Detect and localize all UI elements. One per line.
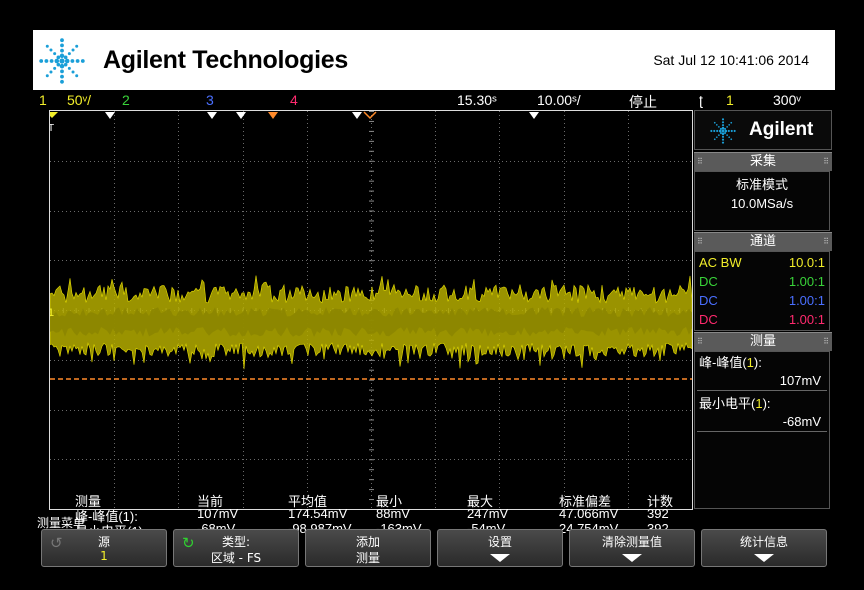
horizontal-position[interactable]: 15.30ˢ xyxy=(457,92,497,108)
acquire-title: 采集 xyxy=(749,154,776,169)
submenu-arrow-icon xyxy=(754,554,774,562)
channel-row[interactable]: AC BW 10.0:1 xyxy=(695,253,829,272)
measure-section: 峰-峰值(1): 107mV 最小电平(1): -68mV xyxy=(694,351,830,509)
datetime-display: Sat Jul 12 10:41:06 2014 xyxy=(653,52,809,68)
ch1-ground-marker[interactable]: 1 xyxy=(50,307,54,319)
trigger-source[interactable]: 1 xyxy=(726,92,734,108)
header-bar: Agilent Technologies Sat Jul 12 10:41:06… xyxy=(33,30,835,90)
status-bar: 1 50ᵛ/ 2 3 4 15.30ˢ 10.00ˢ/ 停止 ʈ 1 300ᵛ xyxy=(33,90,835,110)
table-cell: 107mV xyxy=(197,506,239,521)
softkey-statistics[interactable]: 统计信息 xyxy=(701,529,827,567)
submenu-arrow-icon xyxy=(622,554,642,562)
right-info-panel: Agilent ⠿ 采集 ⠿ 标准模式 10.0MSa/s ⠿ 通道 ⠿ AC BW 10… xyxy=(694,110,832,510)
panel-logo: Agilent xyxy=(694,110,832,150)
ch1-scale[interactable]: 50ᵛ/ xyxy=(67,92,91,108)
graticule: T 1 xyxy=(50,111,692,509)
channel-title: 通道 xyxy=(749,234,776,249)
top-markers xyxy=(105,111,539,120)
trigger-level[interactable]: 300ᵛ xyxy=(773,92,801,108)
softkey-source[interactable]: ↺ 源 1 xyxy=(41,529,167,567)
measure-2-label: 最小电平(1): xyxy=(699,396,771,411)
channel-row[interactable]: DC 1.00:1 xyxy=(695,310,829,329)
run-state: 停止 xyxy=(629,94,657,110)
softkey-add-measurement[interactable]: 添加 测量 xyxy=(305,529,431,567)
table-cell: 88mV xyxy=(376,506,410,521)
position-marker-icon xyxy=(236,112,246,119)
softkey-clear-measurements[interactable]: 清除测量值 xyxy=(569,529,695,567)
measure-1-value: 107mV xyxy=(697,372,827,391)
position-marker-icon xyxy=(105,112,115,119)
measure-title: 测量 xyxy=(749,334,776,349)
position-marker-icon xyxy=(352,112,362,119)
acquire-section-header[interactable]: ⠿ 采集 ⠿ xyxy=(694,152,832,171)
ch4-indicator[interactable]: 4 xyxy=(290,92,298,108)
acquire-mode: 标准模式 xyxy=(735,177,788,192)
measure-2-value: -68mV xyxy=(697,413,827,432)
agilent-spark-small-icon xyxy=(710,118,736,144)
submenu-arrow-icon xyxy=(490,554,510,562)
channel-section-header[interactable]: ⠿ 通道 ⠿ xyxy=(694,232,832,251)
oscilloscope-screen: Agilent Technologies Sat Jul 12 10:41:06… xyxy=(33,30,835,572)
sample-rate: 10.0MSa/s xyxy=(730,196,794,211)
acquire-section: 标准模式 10.0MSa/s xyxy=(694,171,830,231)
timebase-scale[interactable]: 10.00ˢ/ xyxy=(537,92,581,108)
company-name: Agilent Technologies xyxy=(103,46,348,74)
table-cell: 174.54mV xyxy=(288,506,348,521)
trigger-marker-label: T xyxy=(50,123,54,134)
table-cell: 47.066mV xyxy=(559,506,619,521)
channel-row[interactable]: DC 1.00:1 xyxy=(695,291,829,310)
waveform-display[interactable]: T 1 测量 当前 平均值 最小 最大 标准偏差 计数 峰-峰值(1): 107mV 174.5… xyxy=(49,110,693,539)
table-cell: 392 xyxy=(647,506,669,521)
table-cell: 247mV xyxy=(467,506,509,521)
agilent-spark-logo-icon xyxy=(39,38,85,84)
measure-1-label: 峰-峰值(1): xyxy=(699,355,762,370)
ch3-indicator[interactable]: 3 xyxy=(206,92,214,108)
cursor-marker-icon xyxy=(268,112,278,119)
measure-section-header[interactable]: ⠿ 测量 ⠿ xyxy=(694,332,832,351)
ch2-indicator[interactable]: 2 xyxy=(122,92,130,108)
channel-row[interactable]: DC 1.00:1 xyxy=(695,272,829,291)
position-marker-icon xyxy=(529,112,539,119)
channel-section: AC BW 10.0:1 DC 1.00:1 DC 1.00:1 DC 1.00:1 xyxy=(694,251,830,331)
panel-logo-text: Agilent xyxy=(749,119,814,140)
softkey-type[interactable]: ↻ 类型: 区域 - FS xyxy=(173,529,299,567)
trigger-edge-icon: ʈ xyxy=(699,92,703,108)
trigger-marker-icon xyxy=(50,112,58,118)
position-marker-icon xyxy=(207,112,217,119)
time-reference-marker-icon xyxy=(363,111,377,120)
ch1-indicator[interactable]: 1 xyxy=(39,92,47,108)
softkey-settings[interactable]: 设置 xyxy=(437,529,563,567)
